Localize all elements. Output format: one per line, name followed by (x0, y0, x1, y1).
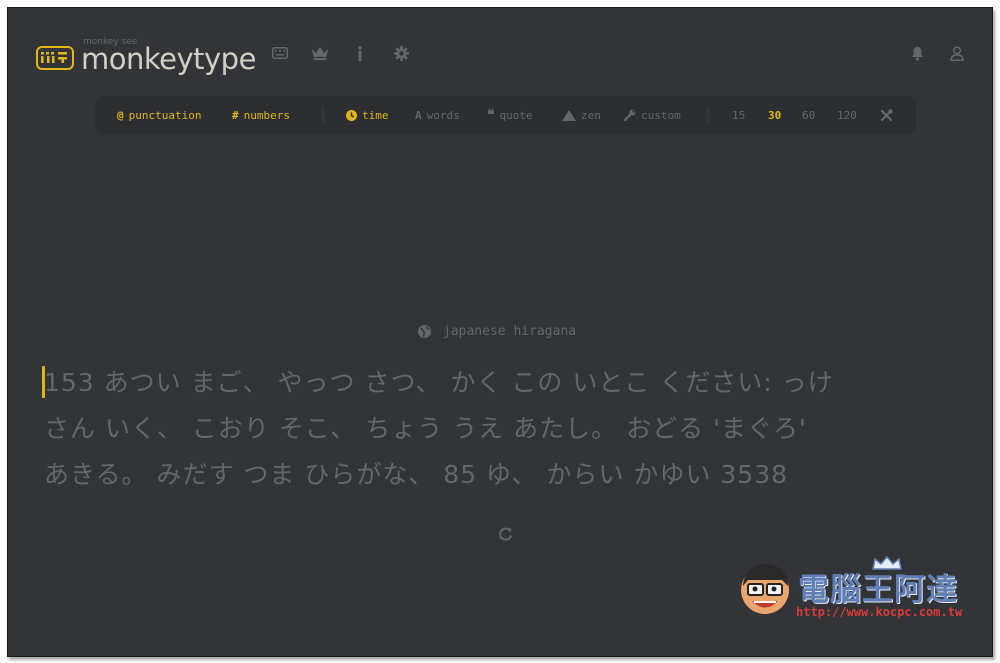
divider (321, 106, 325, 124)
restart-button[interactable] (496, 524, 516, 544)
quote-icon: ❝ (487, 107, 495, 123)
clock-icon (346, 109, 357, 121)
gear-icon[interactable] (390, 42, 412, 64)
mode-time[interactable]: time (346, 107, 389, 123)
keyboard-icon[interactable] (269, 42, 291, 64)
logo-icon (36, 46, 74, 70)
words-label: words (426, 108, 460, 122)
at-icon: @ (117, 108, 124, 122)
mode-custom[interactable]: custom (624, 107, 681, 123)
punctuation-toggle[interactable]: @ punctuation (117, 107, 201, 123)
app-window: monkey see monkeytype @ punctuation # nu… (7, 7, 993, 657)
wrench-icon (624, 109, 636, 121)
test-config-bar: @ punctuation # numbers time A words ❝ q… (95, 96, 916, 134)
zen-label: zen (581, 108, 601, 122)
numbers-label: numbers (243, 108, 290, 122)
language-label: japanese hiragana (443, 324, 577, 339)
duration-30[interactable]: 30 (768, 107, 781, 123)
custom-label: custom (641, 108, 681, 122)
duration-15[interactable]: 15 (732, 107, 745, 123)
words-line: さん いく、 こおり そこ、 ちょう うえ あたし。 おどる 'まぐろ' (44, 414, 807, 443)
duration-30-label: 30 (768, 108, 782, 122)
font-icon: A (415, 108, 422, 122)
logo-title: monkeytype (81, 42, 256, 76)
crown-icon[interactable] (309, 42, 331, 64)
mode-words[interactable]: A words (415, 107, 460, 123)
bell-icon[interactable] (906, 42, 928, 64)
watermark-url: http://www.kocpc.com.tw (796, 605, 963, 619)
divider (706, 106, 710, 124)
user-icon[interactable] (946, 42, 968, 64)
restart-icon (499, 527, 512, 541)
watermark: 電腦王阿達 http://www.kocpc.com.tw (736, 556, 976, 626)
globe-icon (418, 325, 431, 338)
quote-label: quote (499, 108, 533, 122)
words-line: 153 あつい まご、 やっつ さつ、 かく この いとこ ください: っけ (44, 368, 834, 397)
words-line: あきる。 みだす つま ひらがな、 85 ゆ、 からい かゆい 3538 (44, 460, 789, 489)
mode-quote[interactable]: ❝ quote (487, 107, 533, 123)
mode-zen[interactable]: zen (562, 107, 601, 123)
duration-60-label: 60 (802, 108, 816, 122)
custom-duration-button[interactable] (880, 107, 893, 123)
numbers-toggle[interactable]: # numbers (232, 107, 290, 123)
words-area[interactable]: 153 あつい まご、 やっつ さつ、 かく この いとこ ください: っけ さ… (44, 360, 974, 498)
hash-icon: # (232, 108, 239, 122)
language-selector[interactable]: japanese hiragana (418, 324, 576, 339)
time-label: time (362, 108, 389, 122)
duration-120-label: 120 (837, 108, 857, 122)
mascot-icon (741, 564, 789, 614)
tools-icon (880, 108, 893, 121)
duration-15-label: 15 (732, 108, 746, 122)
mountain-icon (562, 109, 576, 121)
duration-120[interactable]: 120 (837, 107, 857, 123)
punctuation-label: punctuation (128, 108, 202, 122)
watermark-text: 電腦王阿達 (798, 572, 958, 608)
info-icon[interactable] (349, 42, 371, 64)
duration-60[interactable]: 60 (802, 107, 815, 123)
